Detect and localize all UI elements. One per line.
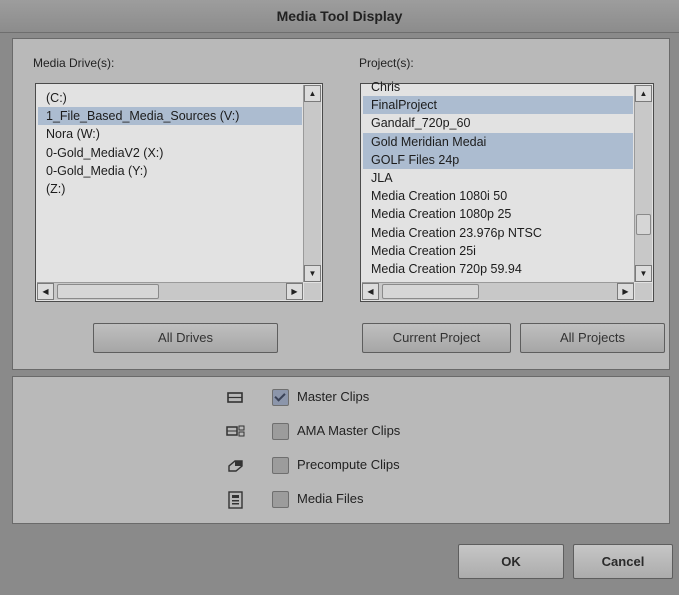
scroll-down-icon[interactable]: ▼	[304, 265, 321, 282]
media-files-label: Media Files	[297, 491, 364, 506]
master-clip-icon	[225, 389, 247, 407]
drive-item[interactable]: 0-Gold_MediaV2 (X:)	[38, 144, 302, 162]
precompute-clips-label: Precompute Clips	[297, 457, 400, 472]
scroll-down-icon[interactable]: ▼	[635, 265, 652, 282]
drives-vertical-scrollbar[interactable]: ▲ ▼	[303, 85, 321, 282]
scroll-up-icon[interactable]: ▲	[304, 85, 321, 102]
drive-item[interactable]: 1_File_Based_Media_Sources (V:)	[38, 107, 302, 126]
master-clips-checkbox[interactable]	[272, 389, 289, 406]
projects-horizontal-scrollbar[interactable]: ◀ ▶	[362, 282, 634, 300]
media-drives-label: Media Drive(s):	[33, 56, 115, 70]
project-item[interactable]: Chris	[363, 78, 633, 96]
display-options-panel: Master Clips AMA Master Clips Precompute…	[12, 376, 670, 524]
precompute-clips-checkbox[interactable]	[272, 457, 289, 474]
projects-scroll-thumb[interactable]	[636, 214, 651, 235]
scroll-up-icon[interactable]: ▲	[635, 85, 652, 102]
project-item[interactable]: Gold Meridian Medai	[363, 132, 633, 151]
project-item[interactable]: Media Creation 23.976p NTSC	[363, 224, 633, 242]
scroll-right-icon[interactable]: ▶	[617, 283, 634, 300]
selection-panel: Media Drive(s): Project(s): (C:) 1_File_…	[12, 38, 670, 370]
project-item[interactable]: Gandalf_720p_60	[363, 114, 633, 132]
all-drives-button[interactable]: All Drives	[93, 323, 278, 353]
projects-label: Project(s):	[359, 56, 414, 70]
media-file-icon	[225, 491, 247, 509]
drive-item[interactable]: (C:)	[38, 89, 302, 107]
ama-master-clip-icon	[225, 423, 247, 441]
scroll-left-icon[interactable]: ◀	[362, 283, 379, 300]
current-project-button[interactable]: Current Project	[362, 323, 511, 353]
project-item[interactable]: JLA	[363, 169, 633, 187]
all-projects-button[interactable]: All Projects	[520, 323, 665, 353]
project-item[interactable]: Media Creation 1080i 50	[363, 187, 633, 205]
cancel-button[interactable]: Cancel	[573, 544, 673, 579]
project-item[interactable]: FinalProject	[363, 96, 633, 115]
ama-master-clips-label: AMA Master Clips	[297, 423, 401, 438]
project-item[interactable]: Media Creation 25i	[363, 242, 633, 260]
window-title: Media Tool Display	[0, 0, 679, 33]
master-clips-label: Master Clips	[297, 389, 370, 404]
drives-horizontal-scrollbar[interactable]: ◀ ▶	[37, 282, 303, 300]
scroll-corner	[304, 283, 321, 300]
media-drives-list[interactable]: (C:) 1_File_Based_Media_Sources (V:) Nor…	[35, 83, 323, 302]
drive-item[interactable]: Nora (W:)	[38, 125, 302, 143]
scroll-left-icon[interactable]: ◀	[37, 283, 54, 300]
projects-vertical-scrollbar[interactable]: ▲ ▼	[634, 85, 652, 282]
project-item[interactable]: GOLF Files 24p	[363, 150, 633, 169]
project-item[interactable]: Media Creation 720p 59.94	[363, 260, 633, 278]
media-files-checkbox[interactable]	[272, 491, 289, 508]
projects-scroll-thumb-h[interactable]	[382, 284, 479, 299]
drive-item[interactable]: (Z:)	[38, 180, 302, 198]
precompute-clip-icon	[225, 457, 247, 475]
scroll-corner	[635, 283, 652, 300]
project-item[interactable]: Media Creation 1080p 25	[363, 205, 633, 223]
ok-button[interactable]: OK	[458, 544, 564, 579]
ama-master-clips-checkbox[interactable]	[272, 423, 289, 440]
drive-item[interactable]: 0-Gold_Media (Y:)	[38, 162, 302, 180]
drives-scroll-thumb[interactable]	[57, 284, 159, 299]
scroll-right-icon[interactable]: ▶	[286, 283, 303, 300]
projects-list[interactable]: Chris FinalProject Gandalf_720p_60 Gold …	[360, 80, 654, 302]
